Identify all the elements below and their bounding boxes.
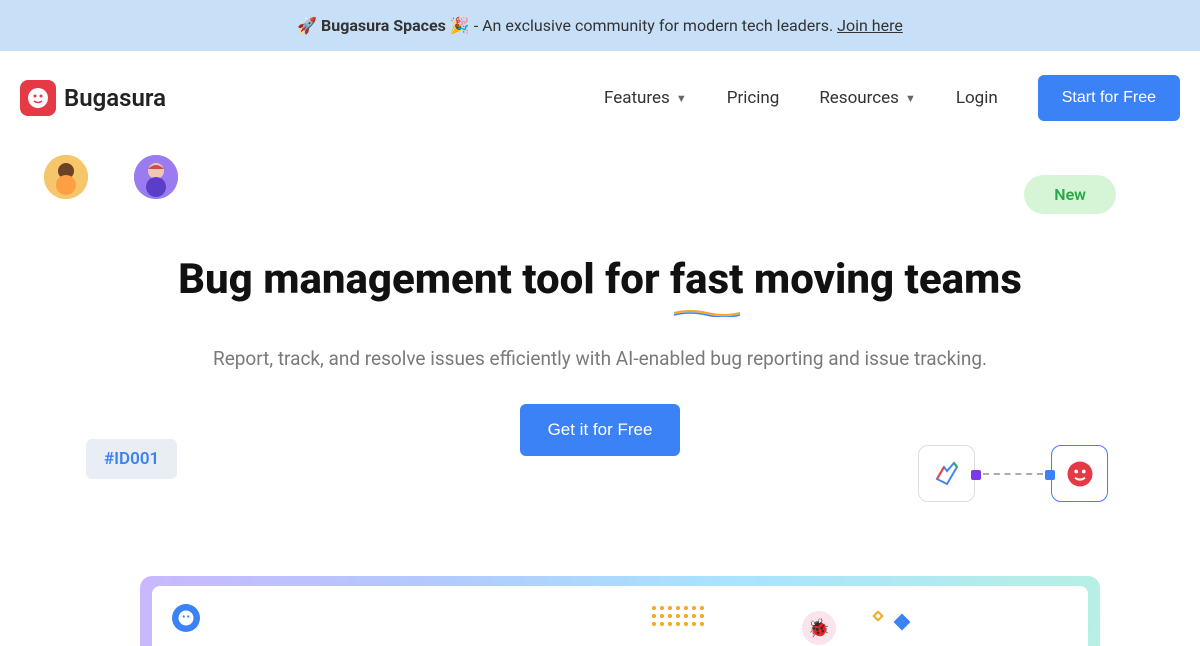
connector-dot-right: [1045, 470, 1055, 480]
preview-logo-badge: [172, 604, 200, 632]
nav-pricing-label: Pricing: [727, 88, 780, 108]
hero-section: New Bug management tool for fast moving …: [0, 145, 1200, 646]
connector-line: [983, 473, 1043, 475]
announcement-banner: 🚀 Bugasura Spaces 🎉 - An exclusive commu…: [0, 0, 1200, 51]
start-free-button[interactable]: Start for Free: [1038, 75, 1180, 121]
diamond-decoration-icon: [872, 611, 883, 622]
rocket-icon: 🚀: [297, 16, 317, 35]
logo-text: Bugasura: [64, 84, 166, 112]
banner-text: - An exclusive community for modern tech…: [474, 16, 833, 35]
diamond-decoration-icon: [894, 614, 911, 631]
main-header: Bugasura Features ▼ Pricing Resources ▼ …: [0, 51, 1200, 145]
nav-resources-label: Resources: [819, 88, 899, 108]
bug-icon: 🐞: [802, 611, 836, 645]
nav-features-label: Features: [604, 88, 670, 108]
id-chip: #ID001: [86, 439, 177, 479]
avatar-user-1: [44, 155, 88, 199]
preview-panel: 🐞: [152, 586, 1088, 646]
main-nav: Features ▼ Pricing Resources ▼ Login Sta…: [604, 75, 1180, 121]
new-badge[interactable]: New: [1024, 175, 1116, 214]
nav-login[interactable]: Login: [956, 88, 998, 108]
bugasura-logo-icon: [20, 80, 56, 116]
integration-bugasura-icon: [1051, 445, 1108, 502]
avatar-user-2: [134, 155, 178, 199]
underline-decoration-icon: [672, 309, 742, 317]
chevron-down-icon: ▼: [676, 92, 687, 105]
integration-row: [918, 445, 1108, 502]
connector-dot-left: [971, 470, 981, 480]
decoration-dots: [652, 606, 704, 626]
get-free-button[interactable]: Get it for Free: [520, 404, 681, 456]
chevron-down-icon: ▼: [905, 92, 916, 105]
banner-title: Bugasura Spaces: [321, 16, 446, 35]
party-icon: 🎉: [450, 16, 470, 35]
nav-features[interactable]: Features ▼: [604, 88, 687, 108]
banner-link[interactable]: Join here: [837, 16, 903, 35]
logo[interactable]: Bugasura: [20, 80, 166, 116]
nav-pricing[interactable]: Pricing: [727, 88, 780, 108]
nav-resources[interactable]: Resources ▼: [819, 88, 916, 108]
hero-title: Bug management tool for fast moving team…: [178, 255, 1022, 305]
product-preview: 🐞: [140, 576, 1100, 646]
integration-app-icon: [918, 445, 975, 502]
hero-subtitle: Report, track, and resolve issues effici…: [40, 347, 1160, 370]
hero-title-text: Bug management tool for fast moving team…: [178, 255, 1022, 304]
nav-login-label: Login: [956, 88, 998, 108]
